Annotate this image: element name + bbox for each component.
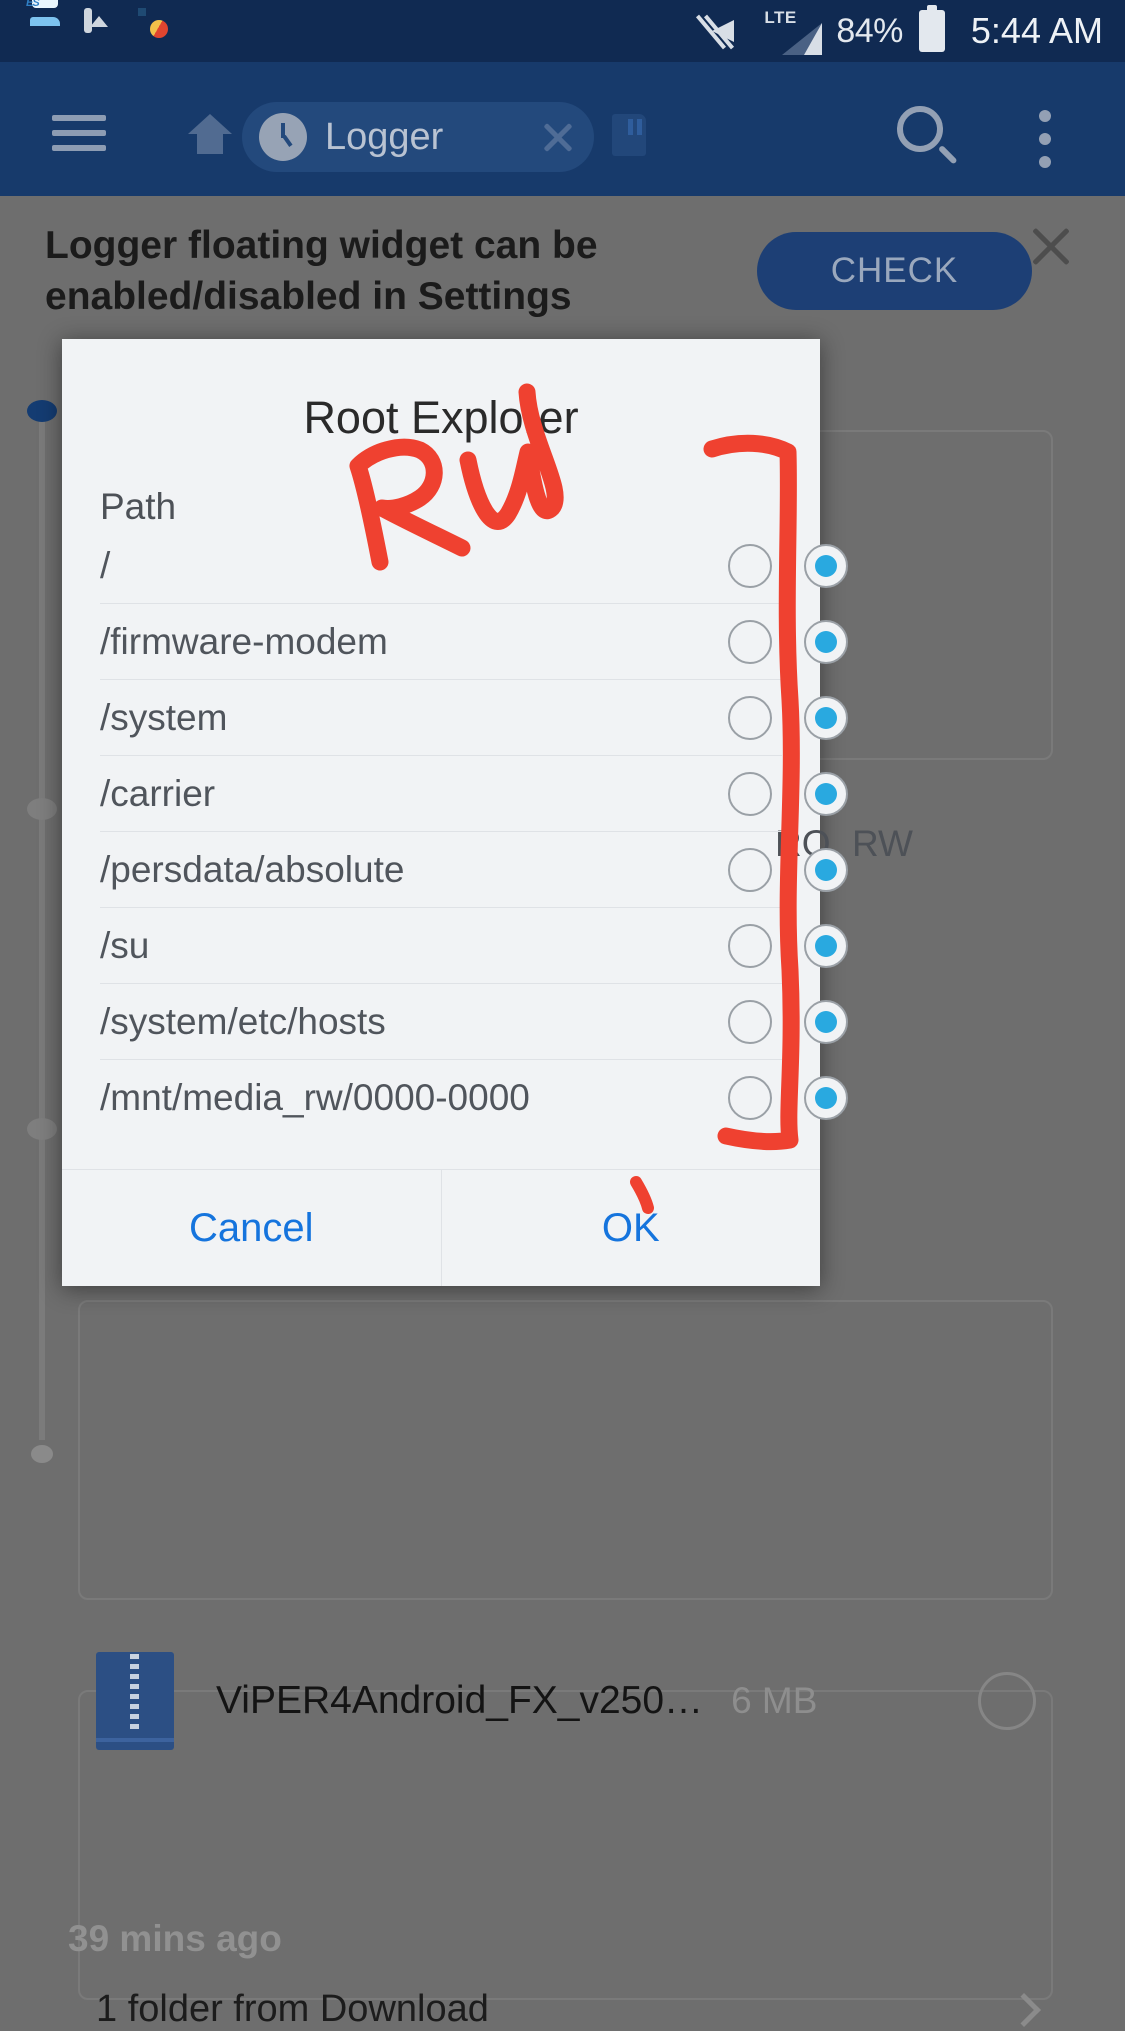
table-row[interactable]: /persdata/absolute [100, 832, 848, 908]
status-bar-notification-icons: ES [26, 0, 238, 50]
list-item[interactable]: ViPER4Android_FX_v250… 6 MB [96, 1646, 1036, 1756]
path-label: /firmware-modem [100, 620, 388, 662]
radio-rw[interactable] [804, 999, 848, 1044]
shield-icon [200, 12, 238, 50]
table-header-row: Path [100, 474, 782, 528]
table-row[interactable]: /carrier [100, 756, 848, 832]
radio-rw[interactable] [804, 923, 848, 968]
timeline-dot [31, 1445, 53, 1463]
folder-label: 1 folder from Download [96, 1988, 489, 2030]
mute-icon [696, 14, 750, 50]
path-label: /system [100, 696, 228, 738]
table-row[interactable]: /system [100, 680, 848, 756]
hamburger-menu-icon[interactable] [52, 115, 106, 151]
home-icon[interactable] [188, 114, 232, 154]
close-icon[interactable] [528, 108, 586, 166]
clock-icon [259, 113, 307, 161]
table-row[interactable]: /system/etc/hosts [100, 984, 848, 1060]
radio-ro[interactable] [728, 543, 772, 588]
timeline-dot [27, 798, 57, 820]
radio-ro[interactable] [728, 923, 772, 968]
radio-ro[interactable] [728, 1076, 772, 1120]
radio-ro[interactable] [728, 619, 772, 664]
status-bar-system-icons: LTE 84% 5:44 AM [696, 5, 1103, 55]
path-label: /carrier [100, 772, 216, 814]
screenshot-icon [84, 8, 122, 50]
dialog-actions: Cancel OK [62, 1169, 820, 1286]
app-toolbar: Logger [0, 62, 1125, 196]
path-label: /persdata/absolute [100, 848, 405, 890]
table-row[interactable]: /su [100, 908, 848, 984]
root-explorer-dialog: Root Explorer Path RO RW / /firmware-mod… [62, 339, 913, 1286]
path-label: / [100, 544, 111, 586]
es-file-explorer-icon: ES [26, 0, 64, 50]
path-label: /su [100, 924, 150, 966]
promo-banner: Logger floating widget can be enabled/di… [0, 196, 1125, 344]
overflow-menu-icon[interactable] [1039, 110, 1051, 168]
promo-message: Logger floating widget can be enabled/di… [45, 224, 598, 319]
battery-icon [918, 5, 945, 52]
file-checkbox[interactable] [978, 1672, 1036, 1730]
file-name-label: ViPER4Android_FX_v250… [216, 1679, 704, 1722]
radio-rw[interactable] [804, 619, 848, 664]
radio-rw[interactable] [804, 1076, 848, 1120]
search-icon[interactable] [897, 106, 959, 168]
radio-ro[interactable] [728, 999, 772, 1044]
gear-icon [142, 12, 180, 50]
battery-percent-label: 84% [836, 11, 903, 50]
sdcard-icon[interactable] [612, 114, 646, 156]
radio-rw[interactable] [804, 543, 848, 588]
promo-check-button[interactable]: CHECK [757, 232, 1032, 310]
dialog-title: Root Explorer [303, 392, 579, 443]
column-header-path: Path [100, 486, 177, 527]
timeline-dot [27, 1118, 57, 1140]
background-card [78, 1300, 1053, 1600]
radio-ro[interactable] [728, 695, 772, 740]
file-size-label: 6 MB [731, 1680, 818, 1721]
table-row[interactable]: / [100, 528, 848, 604]
timeline-dot [27, 400, 57, 422]
radio-rw[interactable] [804, 771, 848, 816]
zip-file-icon [96, 1652, 174, 1750]
network-type-indicator: LTE [764, 8, 823, 55]
ok-button[interactable]: OK [442, 1170, 821, 1286]
status-bar: ES LTE 84% 5:44 AM [0, 0, 1125, 62]
radio-ro[interactable] [728, 771, 772, 816]
path-label: /system/etc/hosts [100, 1000, 386, 1042]
cancel-button[interactable]: Cancel [62, 1170, 442, 1286]
signal-bars-icon [780, 21, 823, 55]
timeline-rail [39, 420, 45, 1440]
table-row[interactable]: /mnt/media_rw/0000-0000 [100, 1060, 848, 1136]
chevron-right-icon [1007, 1992, 1041, 2027]
mount-point-table: Path RO RW / /firmware-modem /system /ca… [62, 474, 913, 1136]
table-row[interactable]: /firmware-modem [100, 604, 848, 680]
radio-rw[interactable] [804, 695, 848, 740]
list-item[interactable]: 1 folder from Download [96, 1988, 1041, 2031]
clock-label: 5:44 AM [970, 10, 1103, 51]
path-label: /mnt/media_rw/0000-0000 [100, 1077, 530, 1118]
close-icon[interactable] [1025, 220, 1077, 272]
logger-tab-chip[interactable]: Logger [242, 102, 594, 172]
column-header-rw: RW [852, 823, 913, 864]
radio-ro[interactable] [728, 847, 772, 892]
logger-tab-label: Logger [325, 115, 444, 158]
radio-rw[interactable] [804, 847, 848, 892]
timestamp-label: 39 mins ago [68, 1918, 282, 1959]
